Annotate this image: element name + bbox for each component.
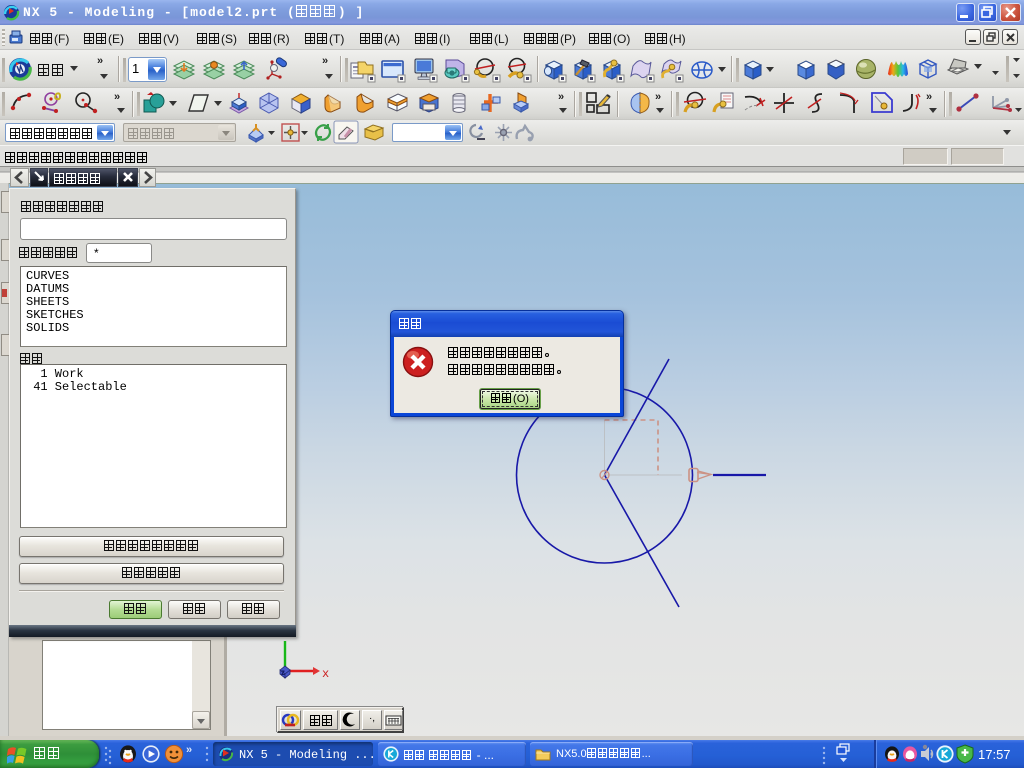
svg-text:17:57: 17:57 xyxy=(978,747,1011,762)
svg-text:»: » xyxy=(558,91,564,103)
svg-text:z: z xyxy=(281,668,285,677)
svg-text:»: » xyxy=(97,55,103,67)
svg-text:x: x xyxy=(322,667,329,681)
svg-text:»: » xyxy=(655,91,661,103)
svg-text:»: » xyxy=(186,744,192,756)
svg-text:»: » xyxy=(114,91,120,103)
svg-text:»: » xyxy=(322,55,328,67)
svg-text:»: » xyxy=(926,91,932,103)
